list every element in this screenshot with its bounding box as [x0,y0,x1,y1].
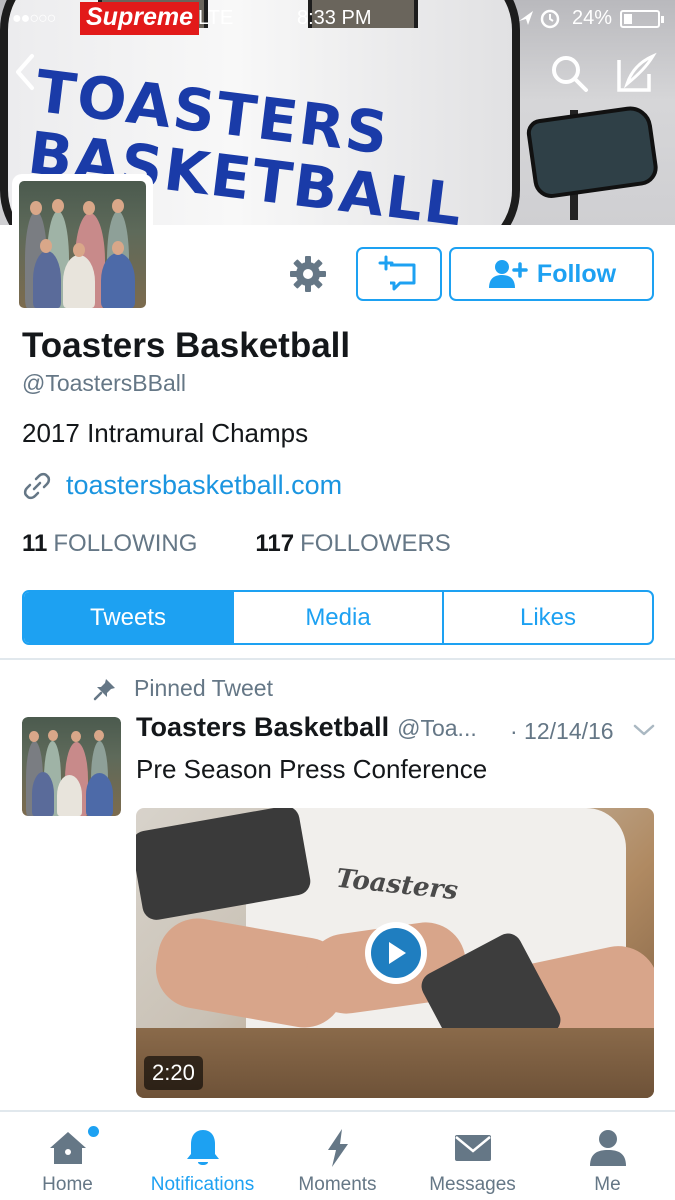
chevron-down-icon [633,724,655,736]
battery-icon [620,10,664,28]
tweet-author-handle: @Toa... [397,715,477,741]
toaster-lever [525,103,660,201]
tab-home[interactable]: Home [0,1112,135,1200]
team-photo [19,181,146,308]
tweet-date: · 12/14/16 [510,718,614,744]
profile-handle: @ToastersBBall [22,370,186,396]
tab-home-label: Home [42,1174,93,1195]
bell-icon [186,1130,219,1165]
tweet-options-button[interactable] [632,720,656,745]
followers-count: 117 [255,530,295,557]
carrier-name: Supreme [80,2,199,35]
back-button[interactable] [10,52,44,96]
unread-dot [88,1126,99,1137]
search-button[interactable] [548,52,592,96]
tab-moments-label: Moments [298,1174,377,1195]
battery-level [624,14,632,24]
following-stat[interactable]: 11 FOLLOWING [22,530,197,558]
tab-messages-label: Messages [429,1174,516,1195]
profile-website-link[interactable]: toastersbasketball.com [66,470,342,501]
profile-website[interactable]: toastersbasketball.com [22,470,342,501]
add-message-icon [378,255,416,291]
profile-name: Toasters Basketball [22,326,351,365]
tab-tweets[interactable]: Tweets [24,592,234,643]
pinned-tweet-label: Pinned Tweet [134,675,273,701]
status-bar: ●●○○○ Supreme LTE 8:33 PM 24% [0,0,675,38]
divider [0,658,675,660]
follow-button[interactable]: Follow [449,247,654,301]
direct-message-button[interactable] [356,247,442,301]
tab-me[interactable]: Me [540,1112,675,1200]
add-user-icon [488,260,528,288]
person-icon [589,1130,626,1166]
compose-tweet-button[interactable] [613,52,657,96]
tab-notifications[interactable]: Notifications [135,1112,270,1200]
settings-button[interactable] [288,254,328,294]
link-icon [23,472,51,499]
compose-icon [617,52,657,92]
network-type: LTE [198,7,234,29]
following-count: 11 [22,530,48,557]
envelope-icon [454,1135,491,1161]
tab-messages[interactable]: Messages [405,1112,540,1200]
following-label: FOLLOWING [53,530,198,557]
status-time: 8:33 PM [297,7,372,29]
video-table [136,1028,654,1098]
home-icon [49,1132,86,1164]
play-icon [371,928,421,978]
followers-stat[interactable]: 117 FOLLOWERS [255,530,450,558]
profile-timeline-tabs: Tweets Media Likes [22,590,654,645]
tweet-text: Pre Season Press Conference [136,754,488,784]
follow-button-label: Follow [536,259,617,288]
profile-stats: 11 FOLLOWING 117 FOLLOWERS [22,530,451,558]
gear-icon [290,256,326,292]
battery-percent: 24% [572,7,613,29]
team-photo-small [22,717,121,816]
tweet-avatar[interactable] [22,717,121,816]
pinned-tweet-indicator: Pinned Tweet [92,675,273,702]
lightning-icon [327,1129,348,1167]
video-duration: 2:20 [144,1056,203,1090]
profile-bio: 2017 Intramural Champs [22,418,309,448]
tab-likes[interactable]: Likes [444,592,652,643]
followers-label: FOLLOWERS [300,530,451,557]
bottom-tab-bar: Home Notifications Moments Messages Me [0,1110,675,1200]
signal-strength: ●●○○○ [12,10,56,27]
play-button[interactable] [365,922,427,984]
chevron-left-icon [16,54,34,90]
pin-icon [93,678,115,700]
tweet-author-name[interactable]: Toasters Basketball [136,712,389,743]
tweet-video[interactable]: Toasters 2:20 [136,808,654,1098]
tab-notifications-label: Notifications [150,1174,255,1195]
search-icon [552,56,588,92]
tab-me-label: Me [594,1174,621,1195]
play-triangle-icon [389,942,406,964]
profile-avatar[interactable] [12,174,153,315]
tab-media[interactable]: Media [234,592,444,643]
tab-moments[interactable]: Moments [270,1112,405,1200]
